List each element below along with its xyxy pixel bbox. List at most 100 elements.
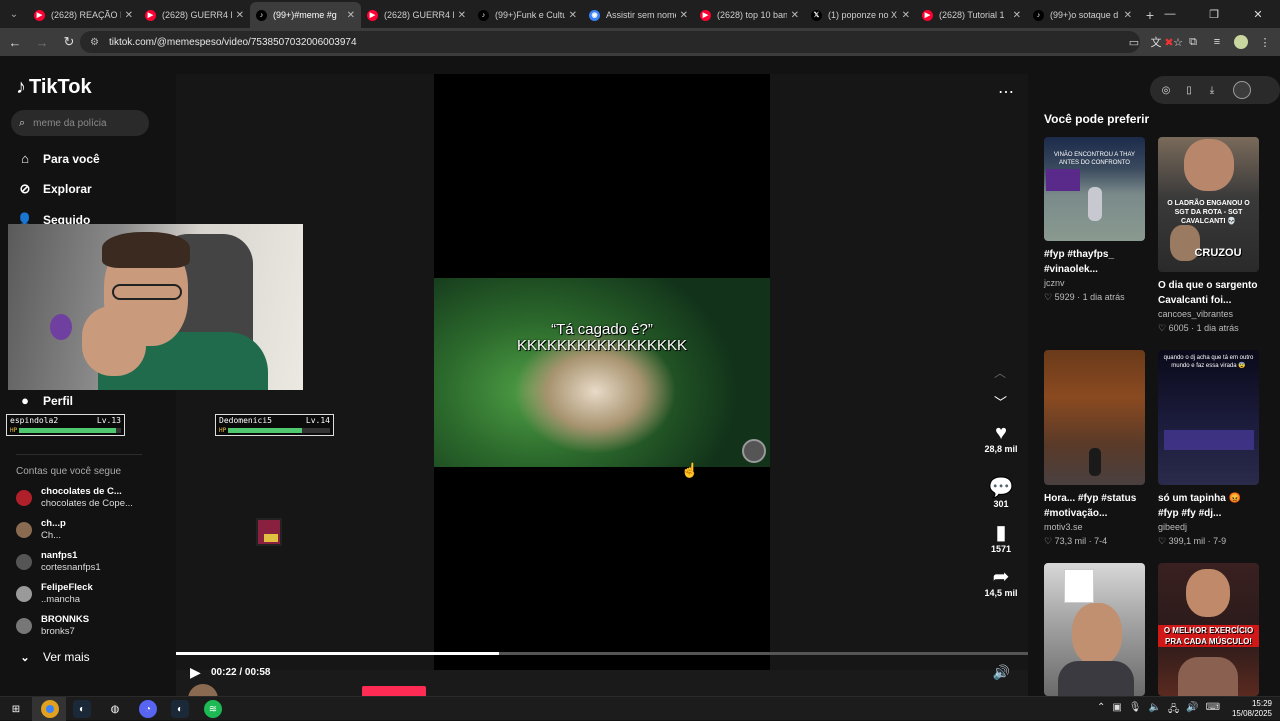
- browser-tab[interactable]: ▶ (2628) top 10 ban ✕: [694, 2, 805, 28]
- see-more-button[interactable]: ⌄ Ver mais: [16, 650, 89, 664]
- forward-icon[interactable]: →: [30, 30, 54, 54]
- browser-tab[interactable]: ▶ (2628) Tutorial 1 ✕: [916, 2, 1027, 28]
- tab-close-icon[interactable]: ✕: [569, 10, 577, 21]
- tab-close-icon[interactable]: ✕: [791, 10, 799, 21]
- language-icon[interactable]: ⌨: [1206, 702, 1220, 719]
- extension-red-icon[interactable]: ✖: [1162, 31, 1176, 53]
- close-window-icon[interactable]: ✕: [1236, 0, 1280, 28]
- video-thumbnail[interactable]: O LADRÃO ENGANOU O SGT DA ROTA - SGT CAV…: [1158, 137, 1259, 272]
- nav-item-profile[interactable]: ● Perfil: [16, 393, 73, 408]
- tray-app-icon[interactable]: ▣: [1112, 702, 1121, 719]
- follow-button[interactable]: [362, 686, 426, 696]
- recommended-video-card[interactable]: quando o dj acha que tá em outro mundo e…: [1158, 350, 1259, 548]
- tab-close-icon[interactable]: ✕: [1124, 10, 1132, 21]
- profile-icon: ●: [21, 393, 29, 408]
- windows-start-icon[interactable]: ⊞: [7, 700, 25, 718]
- video-thumbnail[interactable]: VINÃO ENCONTROU A THAY ANTES DO CONFRONT…: [1044, 137, 1145, 241]
- extensions-puzzle-icon[interactable]: ⧉: [1186, 31, 1200, 53]
- back-icon[interactable]: ←: [3, 30, 27, 54]
- tab-close-icon[interactable]: ✕: [125, 10, 133, 21]
- video-thumbnail[interactable]: [1044, 350, 1145, 485]
- download-icon[interactable]: ⤓: [1206, 85, 1218, 96]
- windows-taskbar: ⊞ ◐ ◍ ◔ ◐ ≋ ⌃ ▣ 🎙 🔈 🖧 🔊 ⌨ 15:29 15/08/20…: [0, 696, 1280, 721]
- account-avatar[interactable]: [16, 618, 32, 634]
- site-settings-icon[interactable]: ⚙: [90, 37, 99, 48]
- browser-tab[interactable]: ▶ (2628) GUERR4 D ✕: [361, 2, 472, 28]
- share-button[interactable]: ➦ 14,5 mil: [982, 566, 1020, 599]
- microphone-icon[interactable]: 🎙: [1129, 702, 1142, 719]
- video-thumbnail[interactable]: O MELHOR EXERCÍCIO PRA CADA MÚSCULO!: [1158, 563, 1259, 696]
- discord-icon[interactable]: ◔: [139, 700, 157, 718]
- network-icon[interactable]: 🖧: [1168, 702, 1179, 719]
- browser-tab[interactable]: ◉ Assistir sem nome ✕: [583, 2, 694, 28]
- tab-close-icon[interactable]: ✕: [1013, 10, 1021, 21]
- recommended-video-card[interactable]: [1044, 563, 1145, 696]
- steam-2-icon[interactable]: ◐: [171, 700, 189, 718]
- chrome-icon[interactable]: [41, 700, 59, 718]
- previous-video-icon[interactable]: ︿: [994, 364, 1006, 381]
- profile-avatar[interactable]: [1234, 35, 1248, 49]
- volume-icon[interactable]: 🔊: [993, 664, 1010, 681]
- like-button[interactable]: ♥ 28,8 mil: [982, 422, 1020, 455]
- minimize-icon[interactable]: —: [1148, 0, 1192, 28]
- address-bar[interactable]: ⚙ tiktok.com/@memespeso/video/7538507032…: [80, 31, 1140, 53]
- reading-list-icon[interactable]: ≡: [1210, 31, 1224, 53]
- nav-item-explore[interactable]: ⊘ Explorar: [16, 181, 92, 197]
- browser-tab[interactable]: ▶ (2628) REAÇÃO D ✕: [28, 2, 139, 28]
- account-avatar[interactable]: [1233, 81, 1251, 99]
- recommended-video-card[interactable]: O LADRÃO ENGANOU O SGT DA ROTA - SGT CAV…: [1158, 137, 1259, 335]
- steam-icon[interactable]: ◐: [73, 700, 91, 718]
- browser-tab[interactable]: ▶ (2628) GUERR4 D ✕: [139, 2, 250, 28]
- cast-icon[interactable]: ▭: [1127, 31, 1141, 53]
- more-options-icon[interactable]: ⋯: [998, 82, 1014, 102]
- tray-chevron-icon[interactable]: ⌃: [1097, 702, 1105, 719]
- browser-tab[interactable]: ♪ (99+)o sotaque d ✕: [1027, 2, 1138, 28]
- browser-tab[interactable]: ♪ (99+)Funk e Cultu ✕: [472, 2, 583, 28]
- followed-account[interactable]: nanfps1 cortesnanfps1: [16, 550, 101, 574]
- video-player[interactable]: “Tá cagado é?” KKKKKKKKKKKKKKKKK ⋯ ︿ ﹀ ♥…: [176, 74, 1028, 714]
- search-input[interactable]: ⌕ meme da polícia: [11, 110, 149, 136]
- restore-icon[interactable]: ❐: [1192, 0, 1236, 28]
- tiktok-logo[interactable]: ♪ TikTok: [16, 76, 92, 99]
- play-icon[interactable]: ▶: [190, 664, 201, 681]
- followed-account[interactable]: FelipeFleck ..mancha: [16, 582, 93, 606]
- recommended-video-card[interactable]: VINÃO ENCONTROU A THAY ANTES DO CONFRONT…: [1044, 137, 1145, 304]
- followed-account[interactable]: BRONNKS bronks7: [16, 614, 89, 638]
- account-avatar[interactable]: [16, 490, 32, 506]
- card-user: motiv3.se: [1044, 522, 1083, 532]
- tab-close-icon[interactable]: ✕: [458, 10, 466, 21]
- progress-bar[interactable]: [176, 652, 1028, 655]
- recommended-video-card[interactable]: Hora... #fyp #status #motivação... motiv…: [1044, 350, 1145, 548]
- browser-tab[interactable]: ♪ (99+)#meme #g ✕: [250, 2, 361, 28]
- save-button[interactable]: ▮ 1571: [982, 522, 1020, 555]
- tab-close-icon[interactable]: ✕: [347, 10, 355, 21]
- account-avatar[interactable]: [16, 554, 32, 570]
- next-video-icon[interactable]: ﹀: [994, 392, 1007, 411]
- phone-icon[interactable]: ▯: [1183, 85, 1195, 96]
- system-clock[interactable]: 15:29 15/08/2025: [1232, 699, 1272, 719]
- hp-fill: [228, 428, 302, 433]
- spotify-icon[interactable]: ≋: [204, 700, 222, 718]
- recommended-video-card[interactable]: O MELHOR EXERCÍCIO PRA CADA MÚSCULO!: [1158, 563, 1259, 696]
- followed-account[interactable]: chocolates de C... chocolates de Cope...: [16, 486, 133, 510]
- nav-item-for-you[interactable]: ⌂ Para você: [16, 151, 100, 166]
- video-thumbnail[interactable]: quando o dj acha que tá em outro mundo e…: [1158, 350, 1259, 485]
- sound-icon[interactable]: 🔊: [1186, 702, 1198, 719]
- coins-icon[interactable]: ◎: [1160, 85, 1172, 96]
- browser-tab[interactable]: 𝕏 (1) poponze no X ✕: [805, 2, 916, 28]
- tab-search-icon[interactable]: ⌄: [0, 0, 28, 28]
- reload-icon[interactable]: ↻: [57, 30, 81, 54]
- followed-account[interactable]: ch...p Ch...: [16, 518, 66, 542]
- tab-close-icon[interactable]: ✕: [680, 10, 688, 21]
- video-frame[interactable]: “Tá cagado é?” KKKKKKKKKKKKKKKKK: [434, 278, 770, 467]
- video-thumbnail[interactable]: [1044, 563, 1145, 696]
- obs-icon[interactable]: ◍: [106, 700, 124, 718]
- account-avatar[interactable]: [16, 586, 32, 602]
- tab-close-icon[interactable]: ✕: [236, 10, 244, 21]
- speaker-icon[interactable]: 🔈: [1149, 702, 1161, 719]
- account-avatar[interactable]: [16, 522, 32, 538]
- tab-close-icon[interactable]: ✕: [902, 10, 910, 21]
- translate-icon[interactable]: 文: [1149, 31, 1163, 53]
- browser-menu-icon[interactable]: ⋮: [1258, 31, 1272, 53]
- comment-button[interactable]: 💬 301: [982, 477, 1020, 510]
